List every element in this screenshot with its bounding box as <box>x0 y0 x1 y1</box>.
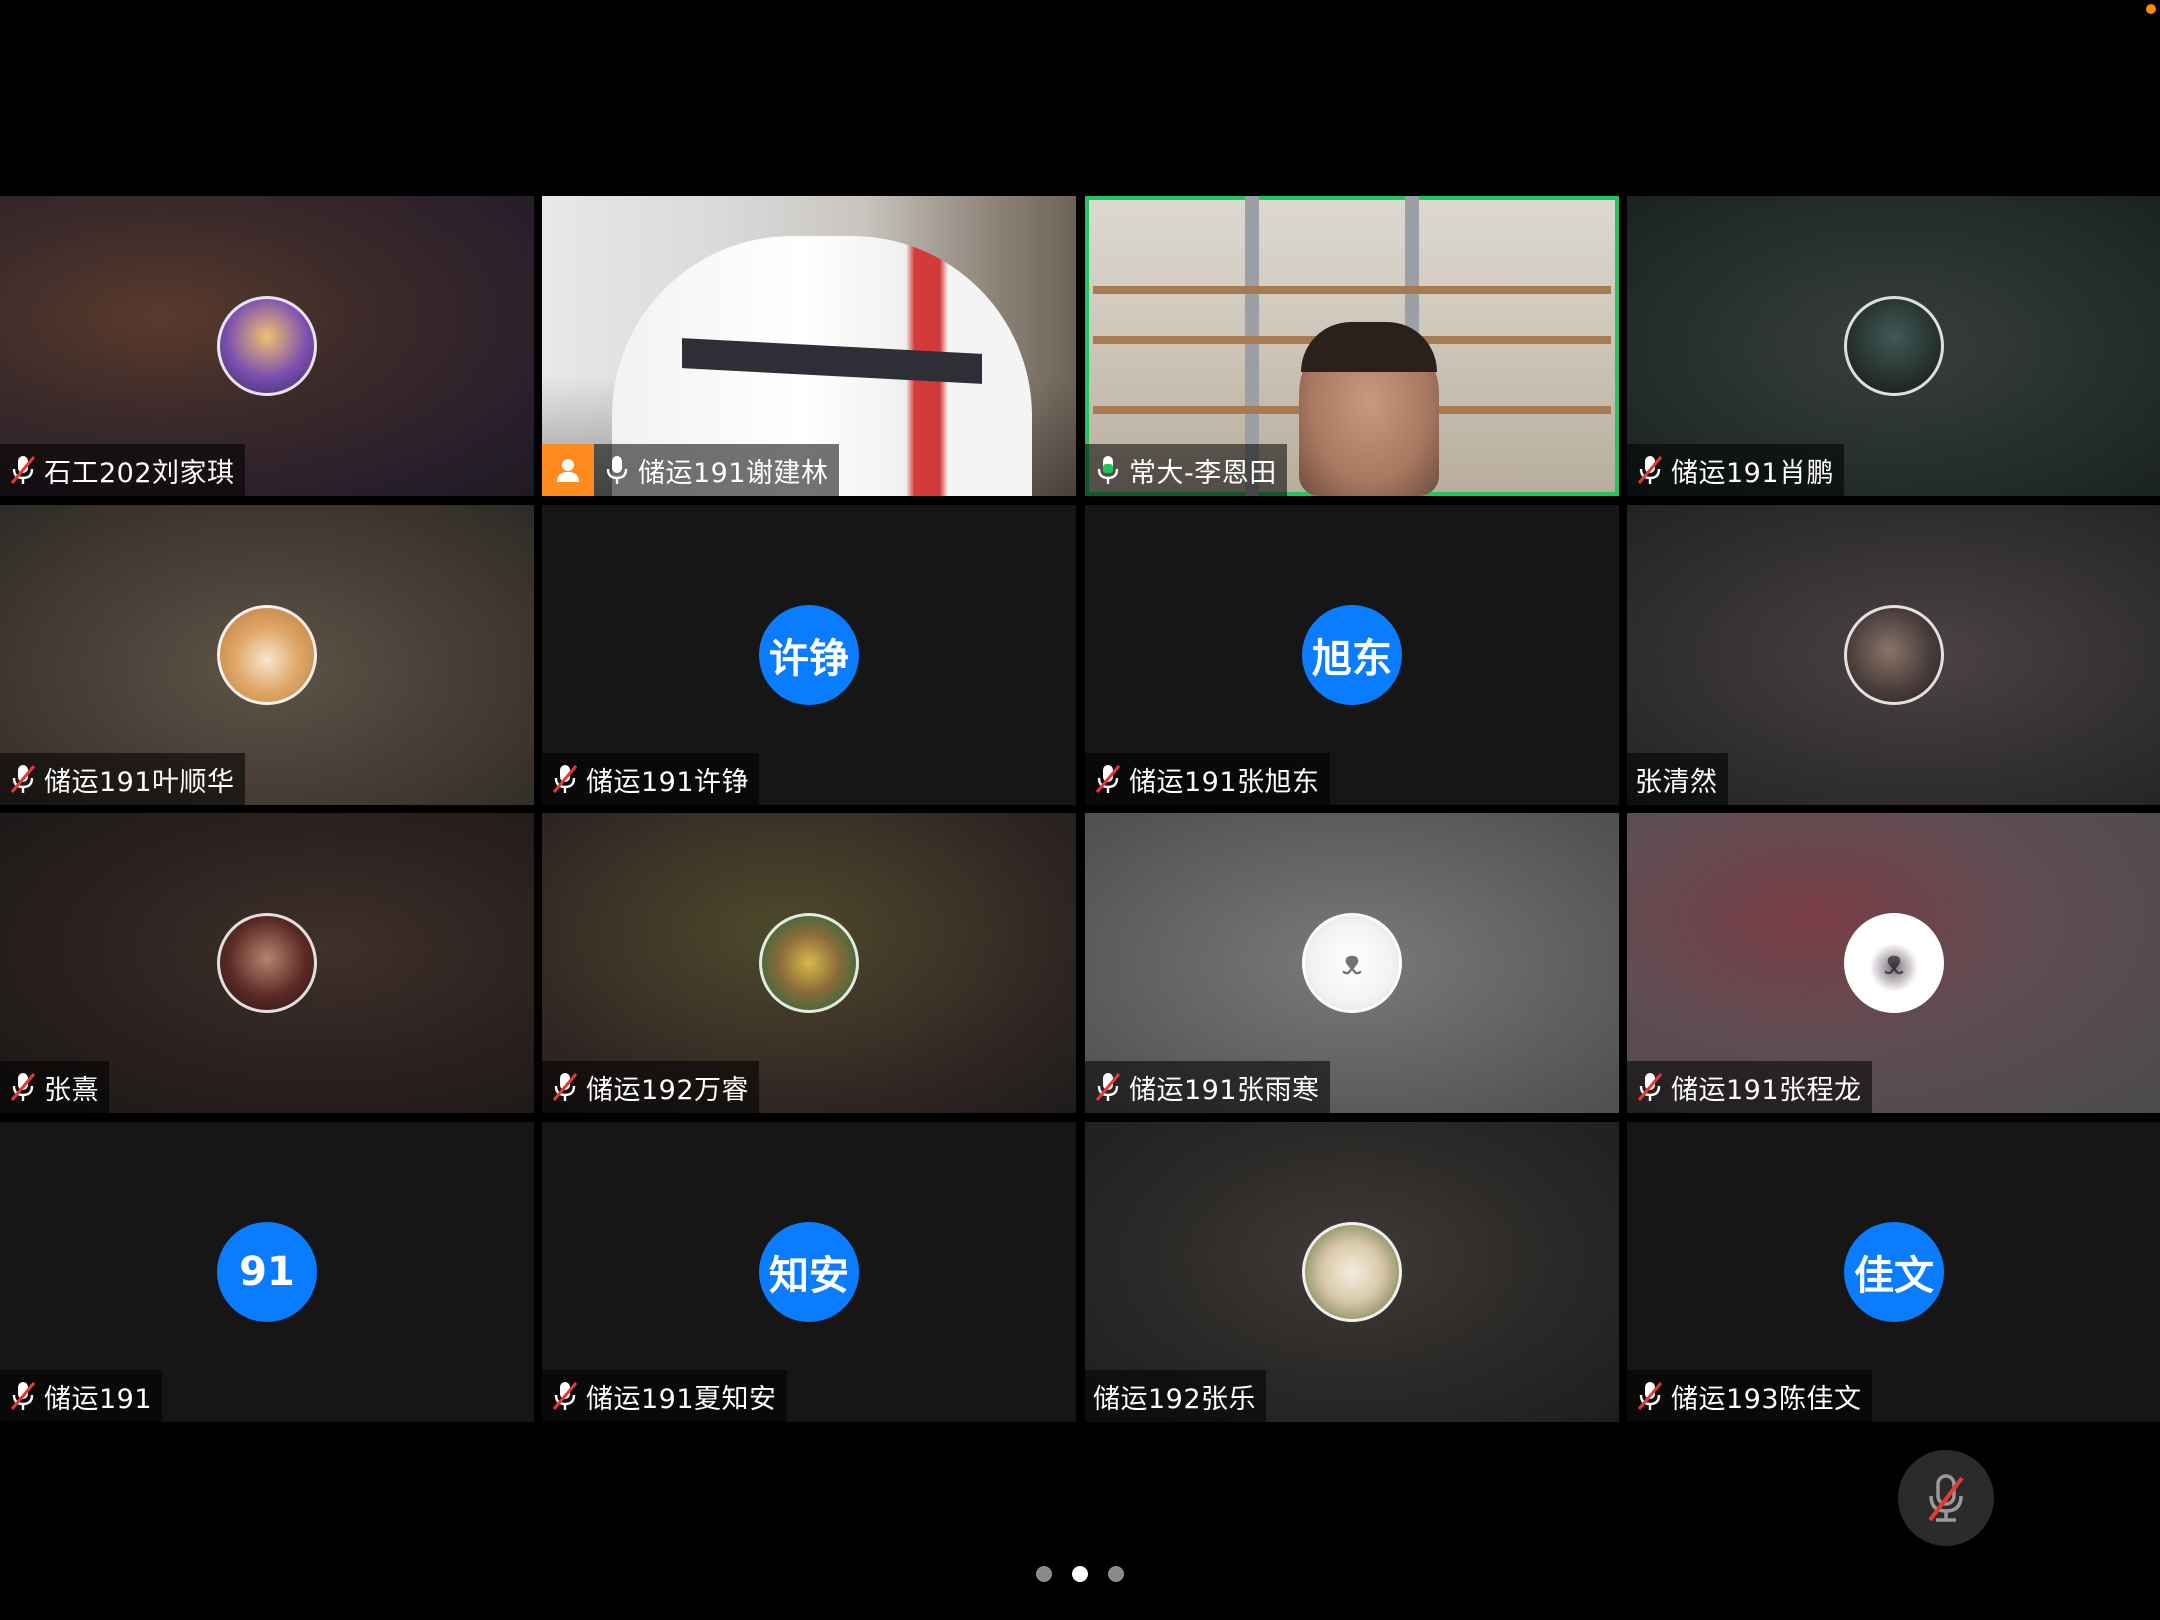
participant-label: 储运191许铮 <box>542 753 760 805</box>
participant-label: 张清然 <box>1627 753 1728 805</box>
participant-initials-avatar: 旭东 <box>1302 605 1402 705</box>
participant-avatar <box>1302 1222 1402 1322</box>
participant-name: 张清然 <box>1635 766 1718 798</box>
cat-face-icon: ᴥ <box>1341 943 1363 983</box>
participant-name: 储运191叶顺华 <box>44 766 235 798</box>
participant-initials-avatar: 91 <box>217 1222 317 1322</box>
participant-label: 储运191张程龙 <box>1627 1061 1872 1113</box>
mic-muted-icon <box>10 456 36 484</box>
participant-name: 储运192张乐 <box>1093 1383 1257 1415</box>
participant-name: 储运191张旭东 <box>1129 766 1320 798</box>
mic-muted-icon <box>552 765 578 793</box>
participant-label: 张熹 <box>0 1061 109 1113</box>
participant-avatar <box>1844 605 1944 705</box>
participant-label: 储运192张乐 <box>1085 1370 1267 1422</box>
participant-tile[interactable]: 储运191叶顺华 <box>0 505 534 805</box>
participant-label: 储运191 <box>0 1370 163 1422</box>
participant-label: 储运191肖鹏 <box>1627 444 1845 496</box>
participant-tile[interactable]: 张熹 <box>0 813 534 1113</box>
participant-name: 储运192万睿 <box>586 1074 750 1106</box>
page-dot-current[interactable] <box>1072 1566 1088 1582</box>
participant-tile[interactable]: 佳文 储运193陈佳文 <box>1627 1122 2160 1422</box>
recording-indicator-dot <box>2146 4 2156 14</box>
mic-muted-icon <box>552 1073 578 1101</box>
participant-tile[interactable]: 旭东 储运191张旭东 <box>1085 505 1619 805</box>
mic-off-icon <box>1928 1474 1964 1522</box>
participant-name: 储运191谢建林 <box>638 457 829 489</box>
participant-tile[interactable]: ᴥ 储运191张雨寒 <box>1085 813 1619 1113</box>
participant-tile[interactable]: 张清然 <box>1627 505 2160 805</box>
mic-on-icon <box>606 456 628 484</box>
participant-name: 储运193陈佳文 <box>1671 1383 1862 1415</box>
mic-muted-icon <box>552 1382 578 1410</box>
mic-muted-icon <box>1637 1382 1663 1410</box>
participant-avatar <box>217 296 317 396</box>
mic-muted-icon <box>10 1073 36 1101</box>
participant-tile[interactable]: 储运192万睿 <box>542 813 1076 1113</box>
participant-initials-avatar: 知安 <box>759 1222 859 1322</box>
participant-label: 储运191叶顺华 <box>0 753 245 805</box>
participant-tile[interactable]: 知安 储运191夏知安 <box>542 1122 1076 1422</box>
mic-muted-icon <box>1637 456 1663 484</box>
participant-label: 储运193陈佳文 <box>1627 1370 1872 1422</box>
participant-name: 张熹 <box>44 1074 99 1106</box>
participant-tile[interactable]: 储运191肖鹏 <box>1627 196 2160 496</box>
participant-tile[interactable]: 91 储运191 <box>0 1122 534 1422</box>
mic-muted-icon <box>1637 1073 1663 1101</box>
host-icon <box>542 444 594 496</box>
participant-tile[interactable]: 许铮 储运191许铮 <box>542 505 1076 805</box>
participant-label: 储运191张雨寒 <box>1085 1061 1330 1113</box>
mic-muted-icon <box>1095 765 1121 793</box>
participant-avatar <box>217 913 317 1013</box>
participant-grid: 石工202刘家琪 储运191谢建林 常大-李恩田 储运191肖鹏 储运191叶顺… <box>0 196 2160 1422</box>
participant-label: 石工202刘家琪 <box>0 444 245 496</box>
participant-avatar <box>217 605 317 705</box>
participant-initials-avatar: 佳文 <box>1844 1222 1944 1322</box>
mic-muted-icon <box>10 765 36 793</box>
cat-face-icon: ᴥ <box>1883 943 1905 983</box>
participant-label: 储运191夏知安 <box>542 1370 787 1422</box>
mic-muted-icon <box>1095 1073 1121 1101</box>
mic-muted-icon <box>10 1382 36 1410</box>
participant-name: 储运191张雨寒 <box>1129 1074 1320 1106</box>
participant-avatar: ᴥ <box>1844 913 1944 1013</box>
video-feed-background <box>1093 286 1611 294</box>
mic-speaking-icon <box>1097 456 1119 484</box>
participant-tile[interactable]: 储运192张乐 <box>1085 1122 1619 1422</box>
participant-name: 储运191肖鹏 <box>1671 457 1835 489</box>
participant-name: 储运191许铮 <box>586 766 750 798</box>
participant-avatar <box>759 913 859 1013</box>
participant-name: 石工202刘家琪 <box>44 457 235 489</box>
participant-avatar: ᴥ <box>1302 913 1402 1013</box>
page-dot[interactable] <box>1108 1566 1124 1582</box>
participant-label: 常大-李恩田 <box>1085 444 1287 496</box>
participant-initials-avatar: 许铮 <box>759 605 859 705</box>
participant-name: 储运191夏知安 <box>586 1383 777 1415</box>
participant-name: 储运191张程龙 <box>1671 1074 1862 1106</box>
participant-tile-video[interactable]: 储运191谢建林 <box>542 196 1076 496</box>
participant-label: 储运191张旭东 <box>1085 753 1330 805</box>
page-dot[interactable] <box>1036 1566 1052 1582</box>
participant-label: 储运192万睿 <box>542 1061 760 1113</box>
participant-label: 储运191谢建林 <box>542 444 839 496</box>
participant-tile-active-speaker[interactable]: 常大-李恩田 <box>1085 196 1619 496</box>
participant-tile[interactable]: 石工202刘家琪 <box>0 196 534 496</box>
participant-avatar <box>1844 296 1944 396</box>
participant-tile[interactable]: ᴥ 储运191张程龙 <box>1627 813 2160 1113</box>
participant-name: 常大-李恩田 <box>1129 457 1277 489</box>
page-indicator[interactable] <box>1036 1566 1124 1582</box>
participant-name: 储运191 <box>44 1383 153 1415</box>
mute-toggle-button[interactable] <box>1898 1450 1994 1546</box>
